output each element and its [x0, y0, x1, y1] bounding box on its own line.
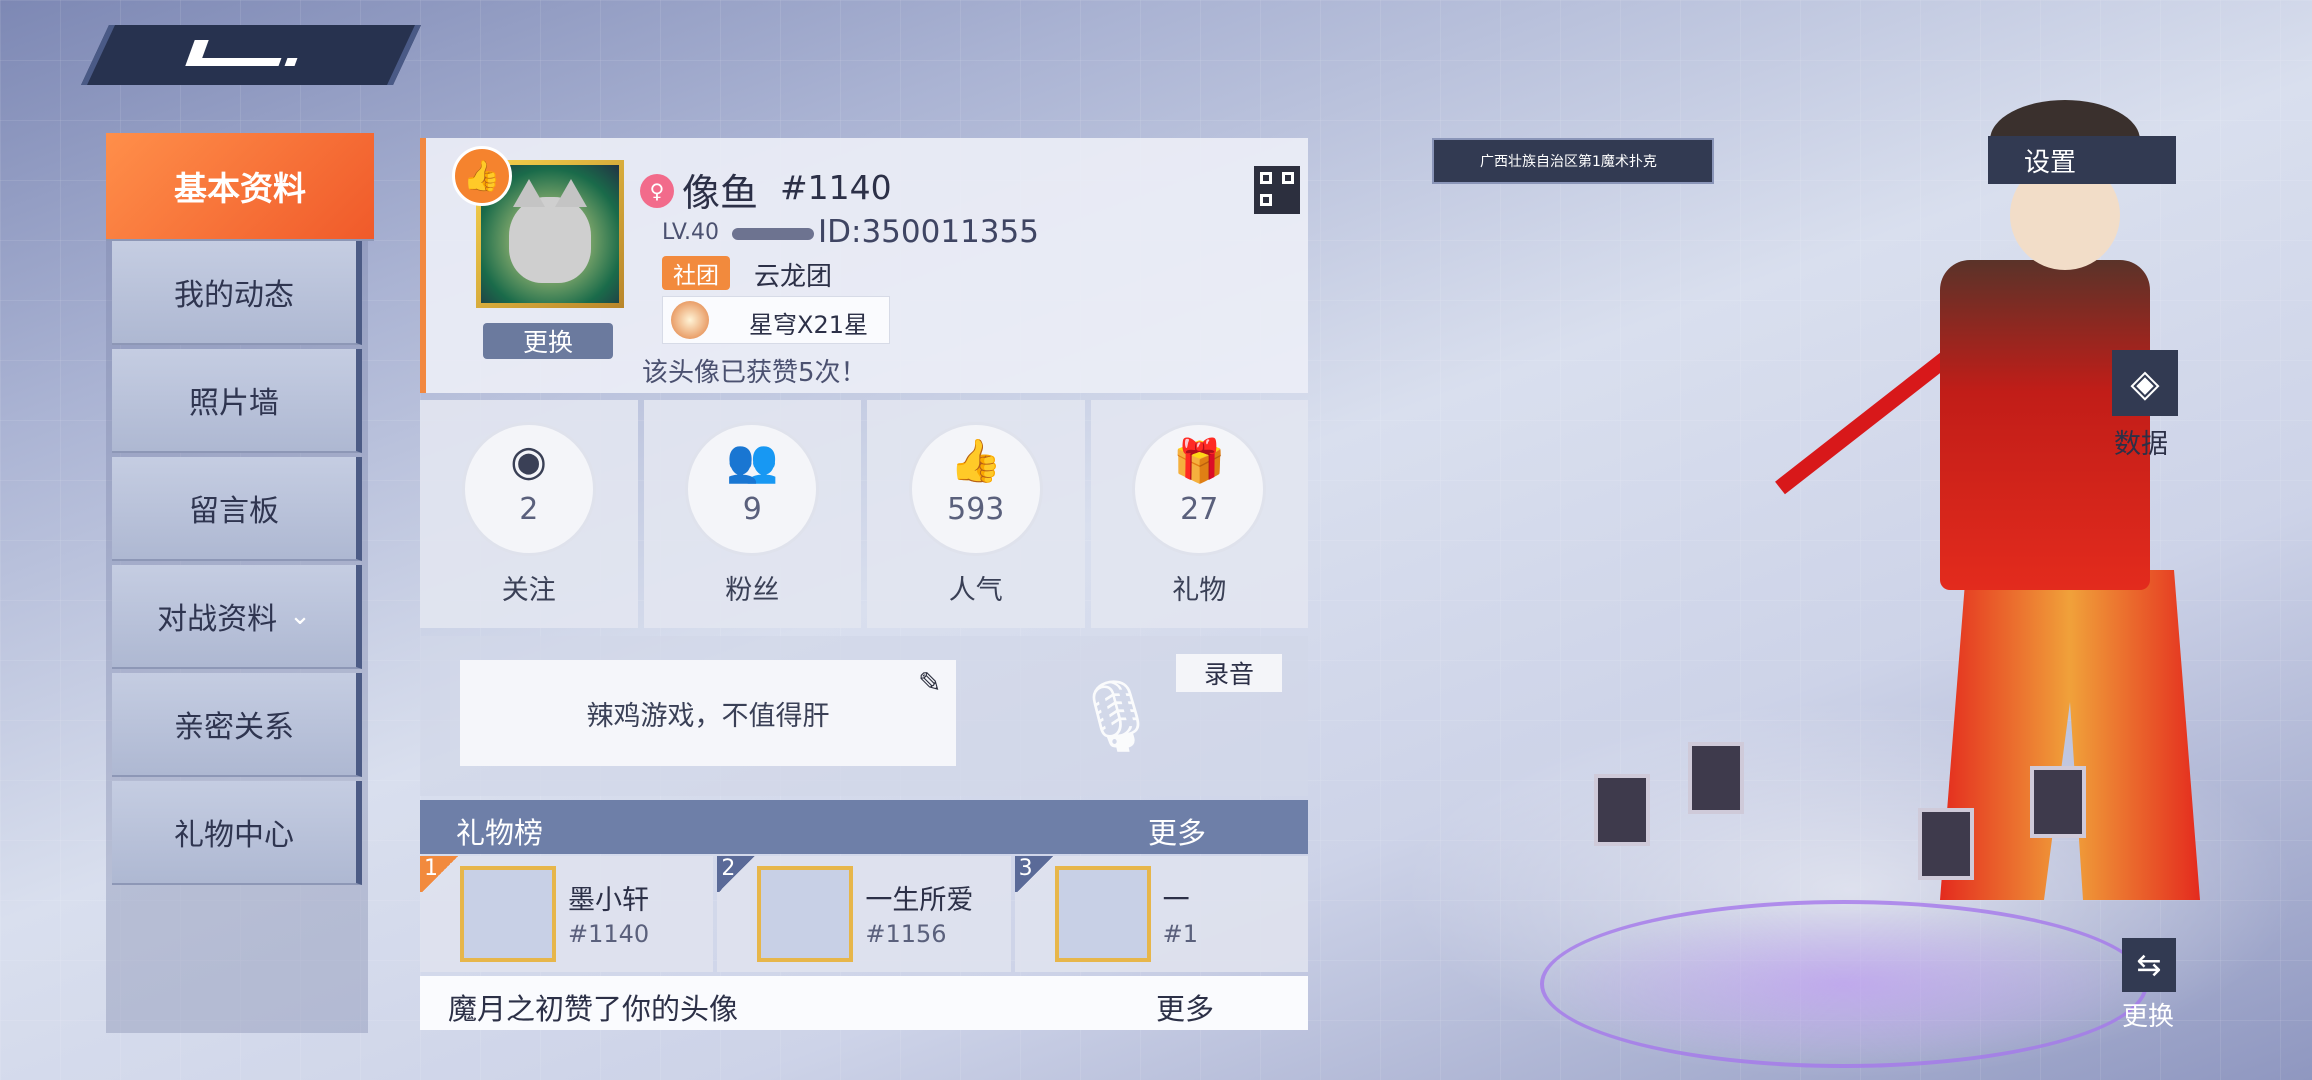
poker-card-icon	[1594, 774, 1650, 846]
entry-name: 一	[1162, 885, 1190, 916]
signature-text[interactable]: 辣鸡游戏，不值得肝	[460, 660, 956, 766]
thumb-up-icon: 👍	[949, 436, 1002, 485]
player-tag: #1140	[780, 168, 892, 207]
player-level: LV.40	[662, 220, 720, 245]
avatar	[460, 866, 556, 962]
avatar	[1054, 866, 1151, 962]
change-avatar-button[interactable]: 更换	[483, 323, 613, 359]
poker-card-icon	[2030, 766, 2086, 838]
nav-label: 礼物中心	[174, 818, 294, 853]
nav-item-message-board[interactable]: 留言板	[112, 457, 362, 561]
gift-board-more-button[interactable]: 更多	[1148, 810, 1206, 852]
gift-board-title: 礼物榜	[456, 816, 544, 850]
notification-text: 魔月之初赞了你的头像	[448, 992, 739, 1026]
rank-number: 3	[1014, 856, 1055, 892]
stat-value: 9	[742, 492, 762, 527]
profile-panel: 👍 更换 ♀ 像鱼 #1140 LV.40 ID:350011355 社团 云龙…	[420, 138, 1308, 1030]
gift-board-entry[interactable]: 3 一 #1	[1014, 856, 1308, 972]
stat-label: 礼物	[1172, 575, 1227, 606]
edit-pen-icon[interactable]: ✎	[918, 666, 941, 699]
poker-card-icon	[1688, 742, 1744, 814]
stat-popularity[interactable]: 👍 593 人气	[867, 400, 1085, 628]
nav-item-my-feed[interactable]: 我的动态	[112, 241, 362, 345]
data-icon[interactable]: ◈	[2112, 350, 2178, 416]
rank-icon	[671, 301, 709, 339]
female-gender-icon: ♀	[640, 174, 674, 208]
sidebar-nav: 基本资料 我的动态 照片墙 留言板 对战资料 ⌄ 亲密关系 礼物中心	[106, 133, 374, 1033]
fans-icon: 👥	[726, 436, 779, 485]
nav-label: 留言板	[189, 494, 279, 529]
nav-label: 对战资料	[157, 602, 278, 637]
entry-id: #1140	[568, 920, 650, 948]
stat-value: 593	[947, 492, 1005, 527]
qr-code-icon[interactable]	[1254, 166, 1300, 214]
record-button[interactable]: 录音	[1176, 654, 1282, 692]
nav-label: 基本资料	[174, 169, 306, 208]
nav-item-basic-info[interactable]: 基本资料	[106, 133, 374, 241]
entry-id: #1156	[865, 920, 947, 948]
settings-button[interactable]: 设置	[1988, 136, 2176, 184]
stat-label: 关注	[501, 575, 556, 606]
signature-area: 辣鸡游戏，不值得肝 ✎ 🎙 录音	[420, 636, 1308, 796]
entry-name: 一生所爱	[865, 885, 974, 916]
gift-icon: 🎁	[1173, 436, 1226, 485]
stat-label: 粉丝	[725, 575, 780, 606]
gift-board-list: 1 墨小轩 #1140 2 一生所爱 #1156 3 一 #1	[420, 856, 1308, 972]
club-badge: 社团	[662, 256, 730, 290]
swap-icon[interactable]: ⇆	[2122, 938, 2176, 992]
gift-board-entry[interactable]: 2 一生所爱 #1156	[717, 856, 1011, 972]
microphone-icon[interactable]: 🎙	[1056, 656, 1176, 776]
rank-text: 星穹X21星	[749, 311, 868, 339]
entry-name: 墨小轩	[568, 885, 649, 916]
data-label: 数据	[2114, 429, 2168, 460]
location-title-badge[interactable]: 广西壮族自治区第1魔术扑克	[1432, 138, 1714, 184]
entry-id: #1	[1162, 920, 1199, 948]
nav-item-gift-center[interactable]: 礼物中心	[112, 781, 362, 885]
chevron-down-icon: ⌄	[289, 601, 311, 631]
player-character	[1760, 100, 2220, 940]
stat-value: 27	[1180, 492, 1219, 527]
nav-item-battle-stats[interactable]: 对战资料 ⌄	[112, 565, 362, 669]
nav-label: 我的动态	[174, 278, 294, 313]
thumb-up-icon[interactable]: 👍	[452, 146, 512, 206]
poker-card-icon	[1918, 808, 1974, 880]
gift-board-entry[interactable]: 1 墨小轩 #1140	[420, 856, 714, 972]
avatar	[757, 866, 854, 962]
stat-label: 人气	[948, 575, 1003, 606]
stat-follow[interactable]: ◉ 2 关注	[420, 400, 638, 628]
stat-fans[interactable]: 👥 9 粉丝	[643, 400, 861, 628]
rank-badge[interactable]: 星穹X21星	[662, 296, 890, 344]
avatar-like-count: 该头像已获赞5次！	[642, 358, 867, 388]
nav-item-photo-wall[interactable]: 照片墙	[112, 349, 362, 453]
swap-label: 更换	[2122, 1002, 2175, 1032]
level-progress-bar	[732, 228, 814, 240]
nav-item-intimacy[interactable]: 亲密关系	[112, 673, 362, 777]
nav-label: 照片墙	[189, 386, 279, 421]
stats-row: ◉ 2 关注 👥 9 粉丝 👍 593 人气 🎁 27 礼物	[420, 400, 1308, 628]
stat-value: 2	[519, 492, 539, 527]
back-arrow-icon[interactable]	[185, 32, 300, 72]
eye-icon: ◉	[510, 436, 548, 485]
rank-number: 1	[420, 856, 460, 892]
player-id: ID:350011355	[818, 214, 1039, 250]
notification-bar[interactable]: 魔月之初赞了你的头像 更多	[420, 976, 1308, 1030]
gift-board-header: 礼物榜 更多	[420, 800, 1308, 854]
cat-avatar-image	[509, 179, 591, 283]
nav-label: 亲密关系	[174, 710, 294, 745]
rank-number: 2	[717, 856, 758, 892]
profile-card: 👍 更换 ♀ 像鱼 #1140 LV.40 ID:350011355 社团 云龙…	[420, 138, 1308, 393]
player-nickname: 像鱼	[682, 171, 759, 215]
character-legs	[1940, 570, 2200, 900]
notification-more-button[interactable]: 更多	[1156, 986, 1214, 1028]
stat-gifts[interactable]: 🎁 27 礼物	[1090, 400, 1308, 628]
club-name[interactable]: 云龙团	[754, 256, 832, 293]
